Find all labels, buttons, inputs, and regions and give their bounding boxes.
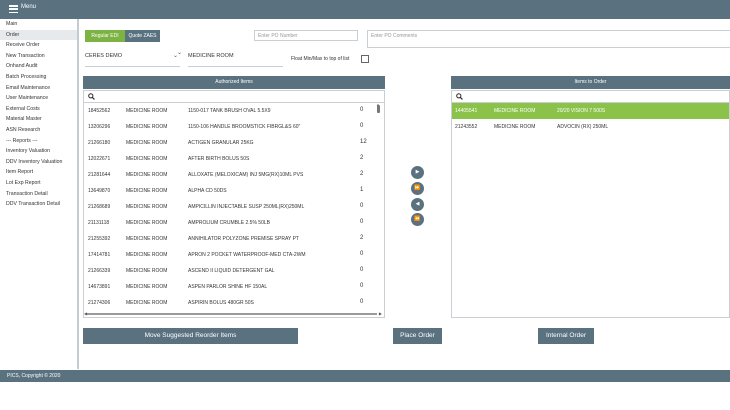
- table-row[interactable]: 13206296 MEDICINE ROOM 1150-106 HANDLE BRO…: [84, 119, 384, 135]
- sidebar-item-ddv-transaction-detail[interactable]: DDV Transaction Detail: [0, 199, 77, 210]
- chevron-left-icon: ◀: [415, 201, 420, 207]
- copyright-text: PICS, Copyright © 2020: [7, 373, 61, 379]
- sidebar-item-transaction-detail[interactable]: Transaction Detail: [0, 189, 77, 200]
- table-row-selected[interactable]: 14405541 MEDICINE ROOM 20/20 VISION 7 500S: [452, 103, 729, 119]
- scroll-right-arrow-icon[interactable]: ▶: [379, 311, 382, 316]
- items-to-order-header: Items to Order: [451, 76, 730, 89]
- authorized-items-header: Authorized Items: [83, 76, 385, 89]
- table-row[interactable]: 21266180 MEDICINE ROOM ACTIGEN GRANULAR 25…: [84, 135, 384, 151]
- table-row[interactable]: 13649870 MEDICINE ROOM ALPHA CD 50DS 1: [84, 183, 384, 199]
- double-chevron-left-icon: ⏪: [414, 216, 421, 222]
- po-comments-input[interactable]: [367, 30, 730, 48]
- float-minmax-label: Float Min/Max to top of list: [291, 56, 350, 62]
- sidebar-item-receive-order[interactable]: Receive Order: [0, 40, 77, 51]
- chevron-right-icon: ▶: [415, 169, 420, 175]
- sidebar-item-lot-exp-report[interactable]: Lot Exp Report: [0, 178, 77, 189]
- move-right-button[interactable]: ▶: [411, 166, 424, 179]
- table-row[interactable]: 14673891 MEDICINE ROOM ASPEN PARLOR SHINE …: [84, 279, 384, 295]
- authorized-search-bar[interactable]: [83, 90, 385, 103]
- search-icon: [88, 93, 95, 100]
- authorized-items-list[interactable]: ▲ 18452562MEDICINE ROOM1150-017 TANK BRU…: [83, 103, 385, 318]
- menu-label[interactable]: Menu: [21, 4, 36, 10]
- table-row[interactable]: 21255392 MEDICINE ROOM ANNIHILATOR POLYZON…: [84, 231, 384, 247]
- move-suggested-reorder-button[interactable]: Move Suggested Reorder Items: [83, 328, 298, 344]
- items-to-order-list[interactable]: 14405541 MEDICINE ROOM 20/20 VISION 7 500S…: [451, 103, 730, 318]
- sidebar-item-item-report[interactable]: Item Report: [0, 167, 77, 178]
- scrollbar-thumb[interactable]: [87, 313, 377, 315]
- sidebar-item-batch-processing[interactable]: Batch Processing: [0, 72, 77, 83]
- horizontal-scrollbar[interactable]: ◀ ▶: [84, 311, 384, 317]
- hamburger-icon[interactable]: [9, 5, 18, 14]
- sidebar-item-main[interactable]: Main: [0, 19, 77, 30]
- sidebar-item-new-transaction[interactable]: New Transaction: [0, 51, 77, 62]
- sidebar-item-material-master[interactable]: Material Master: [0, 114, 77, 125]
- sidebar-item-email-maintenance[interactable]: Email Maintenance: [0, 83, 77, 94]
- sidebar-item-order[interactable]: Order: [0, 29, 77, 41]
- search-icon: [456, 93, 463, 100]
- sidebar: Main Order Receive Order New Transaction…: [0, 19, 79, 369]
- table-row[interactable]: 17414781 MEDICINE ROOM APRON 2 POCKET WATE…: [84, 247, 384, 263]
- move-all-left-button[interactable]: ⏪: [411, 213, 424, 226]
- table-row[interactable]: 21268689 MEDICINE ROOM AMPICILLIN INJECTAB…: [84, 199, 384, 215]
- location-select[interactable]: MEDICINE ROOM: [188, 51, 283, 67]
- table-row[interactable]: 21274306 MEDICINE ROOM ASPIRIN BOLUS 480GR…: [84, 295, 384, 311]
- chevron-down-icon: ⌄: [177, 50, 183, 56]
- sidebar-item-asn-research[interactable]: ASN Research: [0, 125, 77, 136]
- sidebar-item-ddv-inventory-valuation[interactable]: DDV Inventory Valuation: [0, 157, 77, 168]
- move-all-right-button[interactable]: ⏩: [411, 182, 424, 195]
- sidebar-item-external-costs[interactable]: External Costs: [0, 104, 77, 115]
- table-row[interactable]: 21266339 MEDICINE ROOM ASCEND II LIQUID DE…: [84, 263, 384, 279]
- account-select[interactable]: CERES DEMO ⌄: [85, 51, 180, 67]
- sidebar-item-inventory-valuation[interactable]: Inventory Valuation: [0, 146, 77, 157]
- table-row[interactable]: 21281644 MEDICINE ROOM ALLOXATE (MELOXICAM…: [84, 167, 384, 183]
- tab-quote-zaes[interactable]: Quote ZAES: [125, 30, 160, 42]
- table-row[interactable]: 21243552 MEDICINE ROOM ADVOCIN (RX) 250ML: [452, 119, 729, 135]
- footer: PICS, Copyright © 2020: [0, 370, 730, 382]
- table-row[interactable]: 18452562 MEDICINE ROOM 1150-017 TANK BRUSH…: [84, 103, 384, 119]
- internal-order-button[interactable]: Internal Order: [538, 328, 594, 344]
- place-order-button[interactable]: Place Order: [393, 328, 442, 344]
- move-left-button[interactable]: ◀: [411, 198, 424, 211]
- double-chevron-right-icon: ⏩: [414, 185, 421, 191]
- sidebar-item-onhand-audit[interactable]: Onhand Audit: [0, 61, 77, 72]
- items-to-order-search-bar[interactable]: [451, 90, 730, 103]
- top-bar: Menu: [0, 0, 730, 19]
- location-select-value: MEDICINE ROOM: [188, 53, 234, 59]
- float-minmax-checkbox[interactable]: [361, 55, 369, 63]
- po-number-input[interactable]: [254, 30, 358, 41]
- sidebar-item-user-maintenance[interactable]: User Maintenance: [0, 93, 77, 104]
- table-row[interactable]: 21131118 MEDICINE ROOM AMPROLIUM CRUMBLE 2…: [84, 215, 384, 231]
- tab-regular-edi[interactable]: Regular EDI: [85, 30, 125, 42]
- table-row[interactable]: 12022671 MEDICINE ROOM AFTER BIRTH BOLUS 5…: [84, 151, 384, 167]
- sidebar-section-reports: --- Reports ---: [6, 137, 38, 144]
- account-select-value: CERES DEMO: [85, 53, 122, 59]
